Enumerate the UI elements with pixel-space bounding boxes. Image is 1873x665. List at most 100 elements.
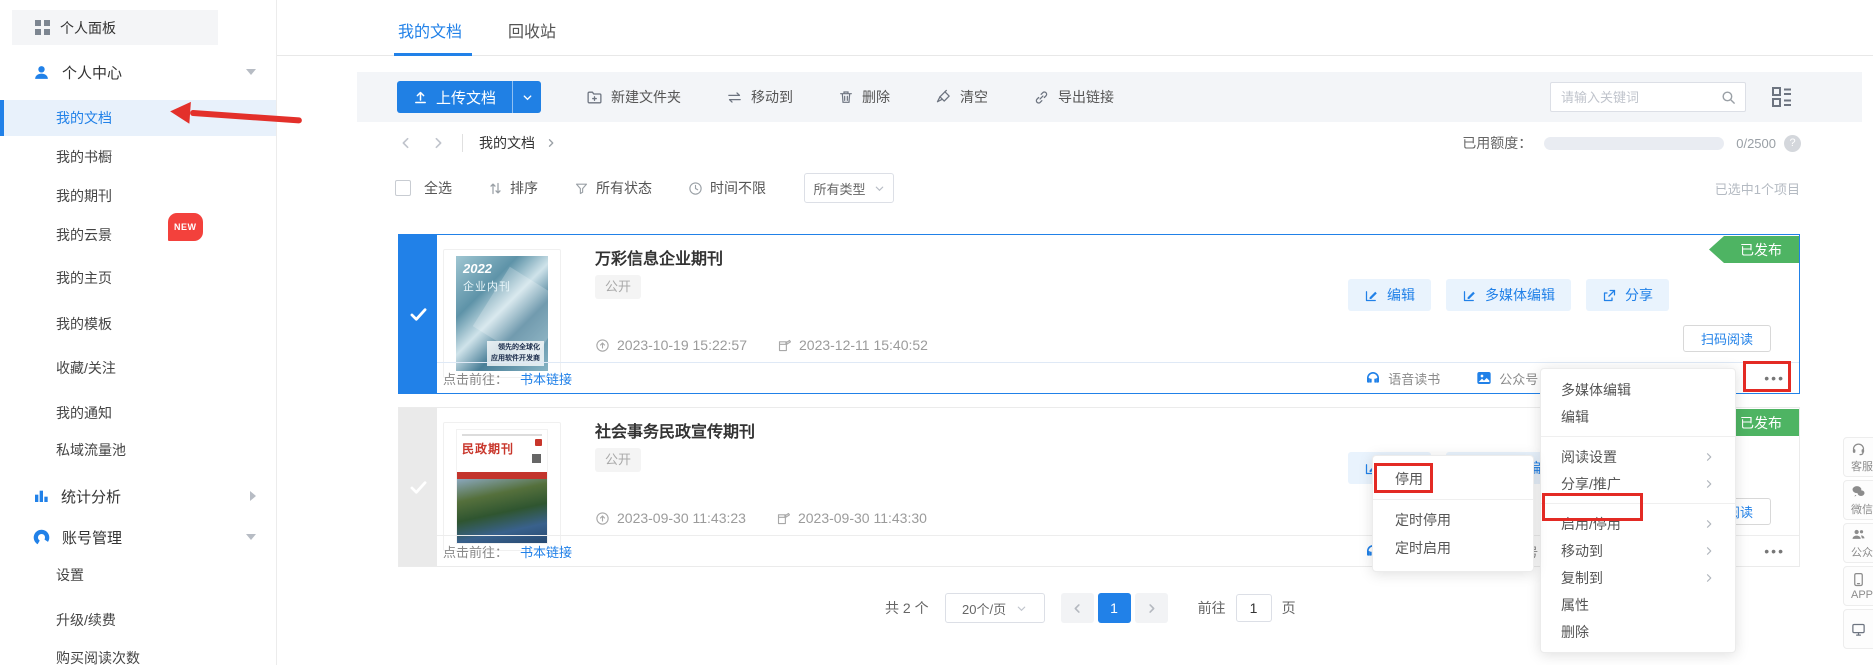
- sidebar-item-my-bookshelf[interactable]: 我的书橱: [56, 145, 112, 169]
- status-filter-button[interactable]: 所有状态: [574, 178, 652, 198]
- sidebar-item-my-journals[interactable]: 我的期刊: [56, 184, 112, 208]
- sidebar-item-my-homepage[interactable]: 我的主页: [56, 266, 112, 290]
- export-link-button[interactable]: 导出链接: [1033, 87, 1114, 107]
- view-toggle-icon[interactable]: [1770, 85, 1794, 109]
- voice-read-button[interactable]: 语音读书: [1365, 369, 1440, 388]
- time-text: 时间不限: [710, 178, 766, 198]
- menu-item-copy-to[interactable]: 复制到: [1541, 564, 1735, 591]
- goto-page-input[interactable]: [1236, 594, 1272, 622]
- sort-button[interactable]: 排序: [488, 178, 538, 198]
- wechat-widget[interactable]: 微信: [1843, 480, 1873, 520]
- book-link[interactable]: 书本链接: [520, 369, 572, 388]
- context-menu: 多媒体编辑 编辑 阅读设置 分享/推广 启用/停用 移动到 复制到 属性 删除: [1540, 368, 1736, 653]
- monitor-icon: [1851, 622, 1866, 637]
- sidebar-item-settings[interactable]: 设置: [56, 563, 84, 587]
- extra-widget[interactable]: [1843, 609, 1873, 649]
- goto-label: 点击前往：: [443, 369, 508, 388]
- type-filter-select[interactable]: 所有类型: [804, 173, 894, 203]
- chevron-down-icon: [246, 534, 256, 540]
- delete-button[interactable]: 删除: [838, 87, 890, 107]
- sidebar-item-dashboard[interactable]: 个人面板: [12, 10, 218, 45]
- help-icon[interactable]: ?: [1784, 135, 1801, 152]
- more-actions-button[interactable]: •••: [1764, 536, 1785, 567]
- scan-read-button[interactable]: 扫码阅读: [1683, 325, 1771, 352]
- export-link-label: 导出链接: [1058, 87, 1114, 107]
- sidebar-item-my-templates[interactable]: 我的模板: [56, 312, 112, 336]
- prev-page-button[interactable]: [1061, 593, 1094, 623]
- page-size-select[interactable]: 20个/页: [945, 593, 1045, 623]
- menu-item-edit[interactable]: 编辑: [1541, 403, 1735, 430]
- active-tab-underline: [394, 53, 472, 56]
- sidebar-item-buy-reads[interactable]: 购买阅读次数: [56, 646, 140, 665]
- card1-select-strip[interactable]: [399, 235, 437, 393]
- chevron-right-icon: [1703, 545, 1715, 557]
- sidebar-item-favorites[interactable]: 收藏/关注: [56, 356, 116, 380]
- select-all-label[interactable]: 全选: [424, 178, 452, 198]
- menu-item-media-edit[interactable]: 多媒体编辑: [1541, 376, 1735, 403]
- official-account-widget[interactable]: 公众号: [1843, 523, 1873, 563]
- tab-my-documents[interactable]: 我的文档: [398, 18, 462, 42]
- official-account-label: 公众号: [1851, 544, 1873, 560]
- upload-dropdown-button[interactable]: [512, 81, 541, 113]
- menu-divider: [1541, 436, 1735, 437]
- wechat-official-button[interactable]: 公众号: [1476, 369, 1538, 388]
- upload-label: 上传文档: [436, 87, 496, 108]
- sidebar-item-my-cloudview[interactable]: 我的云景 NEW: [56, 223, 112, 247]
- menu-item-delete[interactable]: 删除: [1541, 618, 1735, 645]
- created-date-text: 2023-09-30 11:43:23: [617, 510, 746, 526]
- dashboard-grid-icon: [35, 20, 50, 35]
- menu-item-enable-disable[interactable]: 启用/停用: [1541, 510, 1735, 537]
- share-button[interactable]: 分享: [1586, 279, 1669, 311]
- submenu-item-scheduled-disable[interactable]: 定时停用: [1373, 506, 1533, 534]
- sort-text: 排序: [510, 178, 538, 198]
- cover2-photo: [457, 479, 547, 543]
- tab-recycle-bin[interactable]: 回收站: [508, 18, 556, 42]
- next-page-button[interactable]: [1135, 593, 1168, 623]
- sidebar-item-upgrade[interactable]: 升级/续费: [56, 608, 116, 632]
- media-edit-button[interactable]: 多媒体编辑: [1446, 279, 1571, 311]
- book-link[interactable]: 书本链接: [520, 542, 572, 561]
- menu-item-read-settings[interactable]: 阅读设置: [1541, 443, 1735, 470]
- menu-read-settings-label: 阅读设置: [1561, 447, 1617, 467]
- floating-widget-bar: 客服 微信 公众号 APP: [1843, 437, 1873, 649]
- new-folder-button[interactable]: 新建文件夹: [586, 87, 681, 107]
- back-icon[interactable]: [398, 135, 414, 151]
- card2-thumbnail[interactable]: 民政期刊: [443, 422, 561, 551]
- submenu-item-scheduled-enable[interactable]: 定时启用: [1373, 534, 1533, 562]
- statistics-label: 统计分析: [61, 486, 121, 507]
- move-to-button[interactable]: 移动到: [726, 87, 793, 107]
- customer-service-widget[interactable]: 客服: [1843, 437, 1873, 477]
- menu-item-properties[interactable]: 属性: [1541, 591, 1735, 618]
- published-ribbon: 已发布: [1709, 236, 1799, 263]
- more-actions-button[interactable]: •••: [1764, 363, 1785, 394]
- chevron-down-icon: [874, 183, 885, 194]
- clear-button[interactable]: 清空: [935, 87, 988, 107]
- upload-document-button[interactable]: 上传文档: [397, 81, 512, 113]
- card1-thumbnail[interactable]: 2022 企业内刊 领先的全球化 应用软件开发商: [443, 249, 561, 378]
- search-icon[interactable]: [1720, 89, 1737, 106]
- edit-button[interactable]: 编辑: [1348, 279, 1431, 311]
- card2-cover-image: 民政期刊: [456, 429, 548, 544]
- submenu-item-disable[interactable]: 停用: [1373, 465, 1533, 493]
- sidebar-section-statistics[interactable]: 统计分析: [0, 484, 276, 508]
- sidebar-item-notifications[interactable]: 我的通知: [56, 401, 112, 425]
- sidebar-section-account[interactable]: 账号管理: [0, 525, 276, 549]
- sidebar-section-personal-center[interactable]: 个人中心: [0, 60, 276, 84]
- select-all-checkbox[interactable]: [395, 180, 411, 196]
- search-input[interactable]: [1551, 83, 1745, 111]
- updated-date: 2023-09-30 11:43:30: [776, 510, 927, 526]
- breadcrumb-current[interactable]: 我的文档: [479, 133, 535, 153]
- visibility-badge: 公开: [595, 448, 641, 472]
- time-filter-button[interactable]: 时间不限: [688, 178, 766, 198]
- document-title[interactable]: 万彩信息企业期刊: [595, 245, 723, 269]
- wechat-official-label: 公众号: [1499, 369, 1538, 388]
- menu-item-share-promote[interactable]: 分享/推广: [1541, 470, 1735, 497]
- page-1-button[interactable]: 1: [1098, 593, 1131, 623]
- document-title[interactable]: 社会事务民政宣传期刊: [595, 418, 755, 442]
- app-widget[interactable]: APP: [1843, 566, 1873, 606]
- menu-item-move-to[interactable]: 移动到: [1541, 537, 1735, 564]
- sidebar-item-my-documents[interactable]: 我的文档: [0, 100, 276, 136]
- card2-select-strip[interactable]: [399, 408, 437, 566]
- forward-icon[interactable]: [430, 135, 446, 151]
- sidebar-item-private-traffic[interactable]: 私域流量池: [56, 438, 126, 462]
